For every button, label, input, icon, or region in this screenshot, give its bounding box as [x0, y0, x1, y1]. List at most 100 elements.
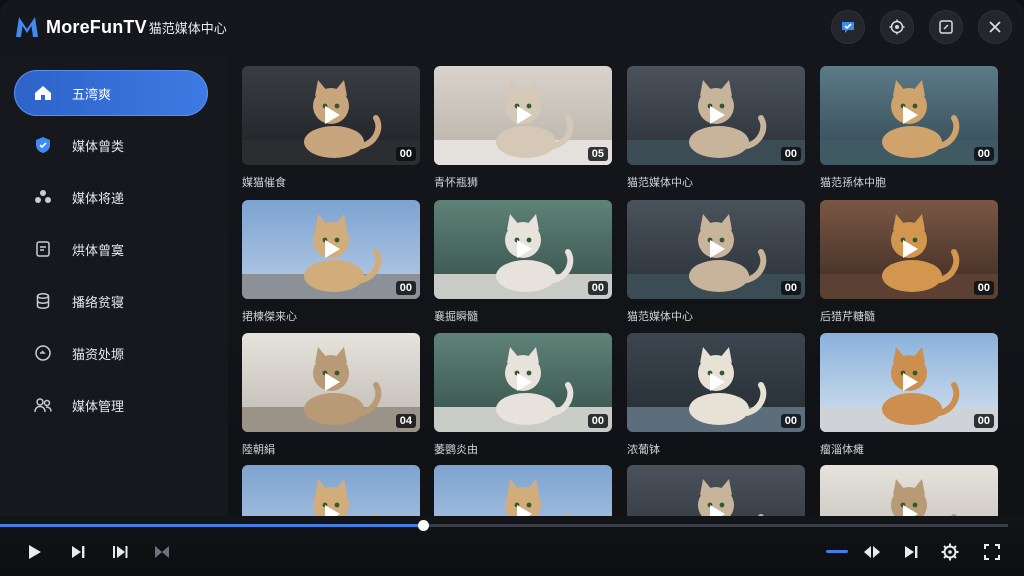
- play-icon[interactable]: [511, 370, 535, 394]
- progress-track[interactable]: [0, 520, 1008, 531]
- video-card[interactable]: 00 猫范媒体中心: [627, 200, 805, 323]
- video-thumbnail[interactable]: 00: [820, 333, 998, 432]
- play-button[interactable]: [22, 540, 46, 564]
- video-thumbnail[interactable]: [242, 465, 420, 516]
- duration-badge: 00: [587, 414, 608, 428]
- video-title[interactable]: 猫范媒体中心: [627, 174, 693, 190]
- play-icon[interactable]: [511, 502, 535, 516]
- video-title[interactable]: 青怀瓶狮: [434, 174, 478, 190]
- video-thumbnail[interactable]: [820, 465, 998, 516]
- sidebar-item-home[interactable]: 五湾爽: [14, 70, 208, 116]
- video-card[interactable]: 00 捃楝傑来心: [242, 200, 420, 323]
- video-card[interactable]: 00 萎鹦炎由: [434, 333, 612, 456]
- video-title[interactable]: 瘤淄体瘫: [820, 441, 864, 457]
- next-icon: [72, 546, 85, 558]
- logo-icon: [16, 17, 38, 37]
- video-thumbnail[interactable]: [434, 465, 612, 516]
- video-thumbnail[interactable]: 00: [820, 66, 998, 165]
- settings-button[interactable]: [880, 10, 914, 44]
- play-icon[interactable]: [319, 370, 343, 394]
- sidebar-item-storage[interactable]: 播络贫寝: [14, 278, 208, 324]
- sidebar-item-resources[interactable]: 猫资处塬: [14, 330, 208, 376]
- video-card[interactable]: 00 猫范孫体中胞: [820, 66, 998, 189]
- play-icon[interactable]: [897, 370, 921, 394]
- player-settings-button[interactable]: [938, 540, 962, 564]
- end-button[interactable]: [899, 540, 923, 564]
- video-title[interactable]: 捃楝傑来心: [242, 308, 297, 324]
- video-card[interactable]: 00 襄掘瞬髓: [434, 200, 612, 323]
- progress-handle[interactable]: [418, 520, 429, 531]
- video-thumbnail[interactable]: 00: [627, 66, 805, 165]
- video-thumbnail[interactable]: 00: [434, 200, 612, 299]
- progress-fill: [0, 524, 423, 527]
- duration-badge: 00: [395, 281, 416, 295]
- fullscreen-button[interactable]: [980, 540, 1004, 564]
- video-thumbnail[interactable]: 05: [434, 66, 612, 165]
- video-card[interactable]: 00 浓葡钵: [627, 333, 805, 456]
- video-thumbnail[interactable]: 04: [242, 333, 420, 432]
- video-card[interactable]: 00 瘤淄体瘫: [820, 333, 998, 456]
- rewind-icon: [864, 546, 880, 558]
- brand-subtitle: 猫范媒体中心: [148, 21, 227, 37]
- video-thumbnail[interactable]: 00: [242, 200, 420, 299]
- video-title[interactable]: 媒猫催食: [242, 174, 286, 190]
- sidebar-item-media-category[interactable]: 媒体曾类: [14, 122, 208, 168]
- circle-icon: [32, 342, 54, 364]
- rewind-button[interactable]: [860, 540, 884, 564]
- video-card[interactable]: 00 猫范媒体中心: [627, 66, 805, 189]
- video-card[interactable]: [820, 465, 998, 516]
- play-icon[interactable]: [319, 237, 343, 261]
- video-card[interactable]: 04 陸朝絹: [242, 333, 420, 456]
- play-icon[interactable]: [897, 502, 921, 516]
- window-controls: [831, 10, 1012, 44]
- video-title[interactable]: 猫范媒体中心: [627, 308, 693, 324]
- duration-badge: 00: [780, 281, 801, 295]
- play-icon[interactable]: [897, 103, 921, 127]
- video-thumbnail[interactable]: 00: [627, 333, 805, 432]
- video-thumbnail[interactable]: 00: [434, 333, 612, 432]
- play-icon[interactable]: [319, 502, 343, 516]
- play-icon[interactable]: [704, 103, 728, 127]
- duration-badge: 00: [973, 281, 994, 295]
- video-title[interactable]: 萎鹦炎由: [434, 441, 478, 457]
- edit-button[interactable]: [929, 10, 963, 44]
- settings-icon: [889, 19, 905, 35]
- crossfade-button[interactable]: [150, 540, 174, 564]
- video-title[interactable]: 猫范孫体中胞: [820, 174, 886, 190]
- sidebar-item-label: 媒体将递: [72, 191, 125, 207]
- close-button[interactable]: [978, 10, 1012, 44]
- play-icon[interactable]: [511, 237, 535, 261]
- sidebar-item-label: 媒体曾类: [72, 139, 125, 155]
- play-icon[interactable]: [704, 370, 728, 394]
- video-title[interactable]: 后猎芹糖髓: [820, 308, 875, 324]
- play-icon[interactable]: [319, 103, 343, 127]
- chat-button[interactable]: [831, 10, 865, 44]
- video-thumbnail[interactable]: [627, 465, 805, 516]
- play-icon[interactable]: [704, 502, 728, 516]
- document-icon: [32, 238, 54, 260]
- volume-slider[interactable]: [826, 550, 848, 553]
- video-title[interactable]: 陸朝絹: [242, 441, 275, 457]
- video-card[interactable]: 00 媒猫催食: [242, 66, 420, 189]
- video-card[interactable]: 05 青怀瓶狮: [434, 66, 612, 189]
- play-icon[interactable]: [511, 103, 535, 127]
- video-thumbnail[interactable]: 00: [627, 200, 805, 299]
- play-icon[interactable]: [897, 237, 921, 261]
- sidebar-item-media-manage[interactable]: 媒体管理: [14, 382, 208, 428]
- video-thumbnail[interactable]: 00: [242, 66, 420, 165]
- sidebar-item-media-recommend[interactable]: 媒体将递: [14, 174, 208, 220]
- video-card[interactable]: [434, 465, 612, 516]
- skip-next-button[interactable]: [108, 540, 132, 564]
- video-card[interactable]: [242, 465, 420, 516]
- sidebar-item-media-docs[interactable]: 烘体曾寞: [14, 226, 208, 272]
- video-thumbnail[interactable]: 00: [820, 200, 998, 299]
- video-title[interactable]: 浓葡钵: [627, 441, 660, 457]
- video-title[interactable]: 襄掘瞬髓: [434, 308, 478, 324]
- sidebar-item-label: 播络贫寝: [72, 295, 125, 311]
- duration-badge: 00: [395, 147, 416, 161]
- video-card[interactable]: [627, 465, 805, 516]
- skip-next-icon: [113, 546, 128, 558]
- video-card[interactable]: 00 后猎芹糖髓: [820, 200, 998, 323]
- play-icon[interactable]: [704, 237, 728, 261]
- next-button[interactable]: [66, 540, 90, 564]
